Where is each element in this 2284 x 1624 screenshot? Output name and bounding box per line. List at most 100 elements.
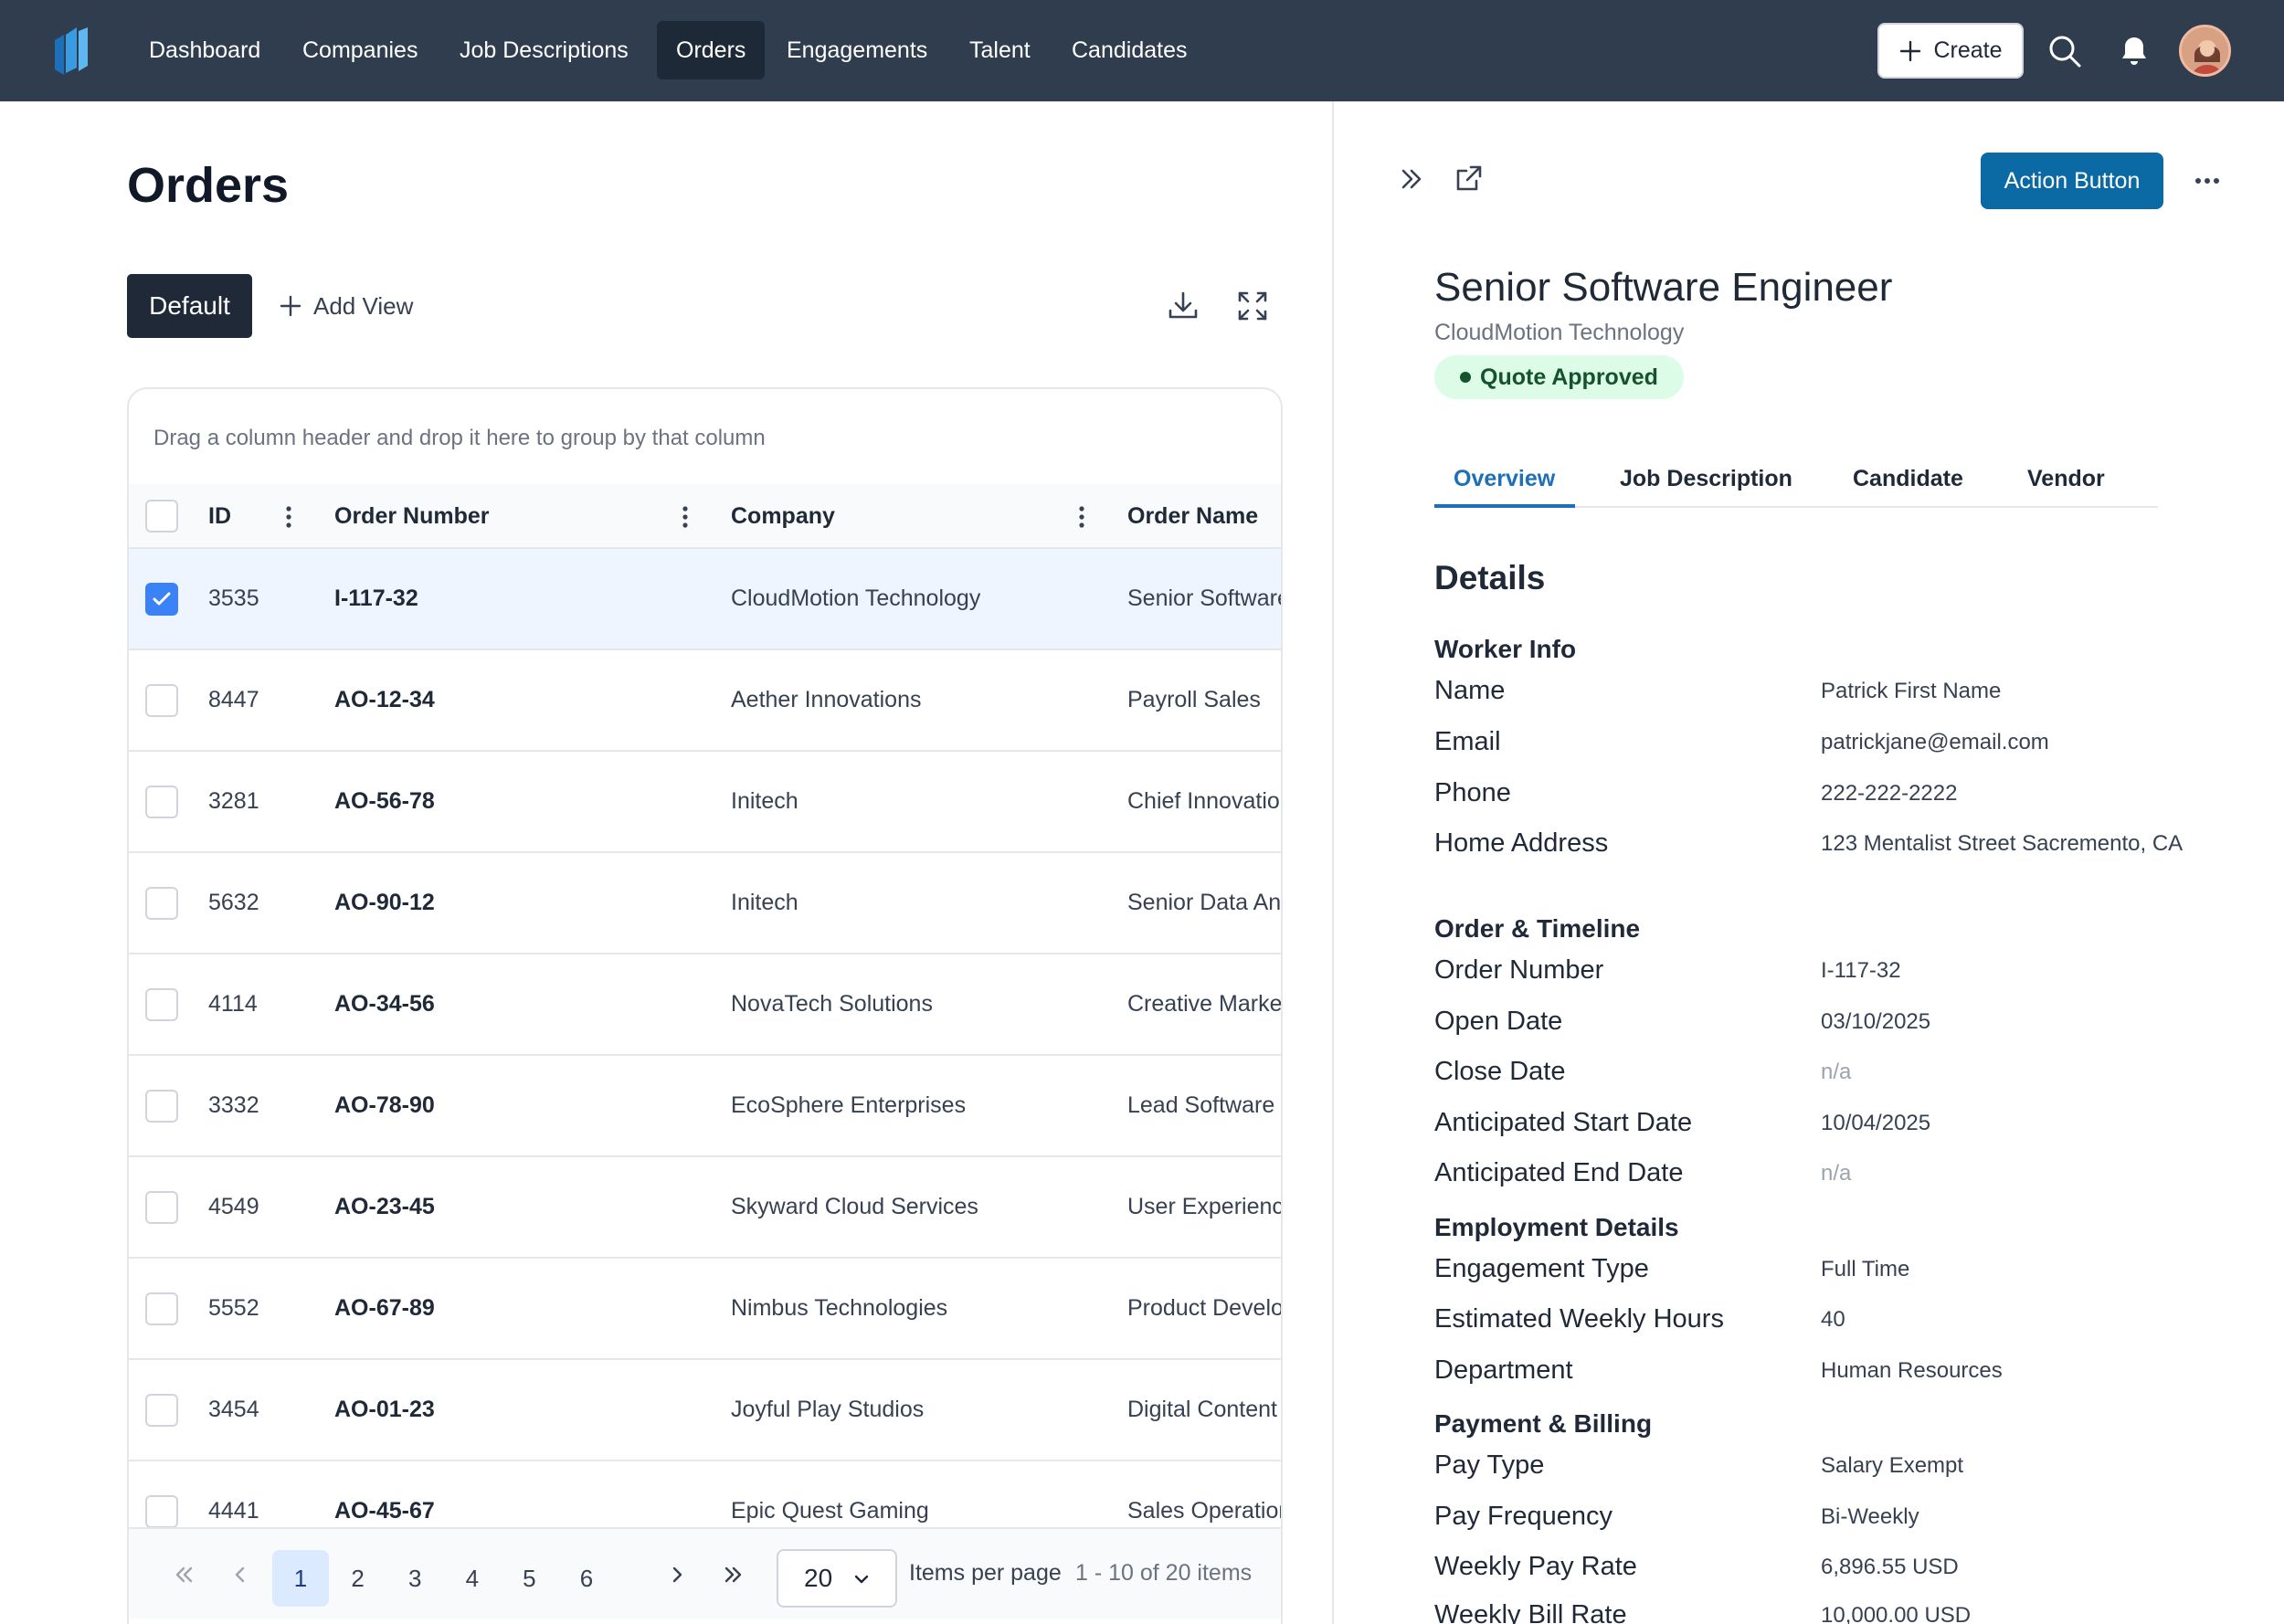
field-label-estimated-weekly-hours: Estimated Weekly Hours (1434, 1304, 1724, 1334)
nav-dashboard[interactable]: Dashboard (130, 21, 280, 79)
field-label-close-date: Close Date (1434, 1057, 1566, 1086)
field-value-name: Patrick First Name (1821, 679, 2002, 703)
nav-talent[interactable]: Talent (950, 21, 1050, 79)
table-row[interactable]: 3281 AO-56-78 Initech Chief Innovation (129, 752, 1281, 853)
nav-companies[interactable]: Companies (283, 21, 437, 79)
row-checkbox[interactable] (145, 887, 178, 920)
column-header-company[interactable]: Company (731, 484, 835, 549)
table-row[interactable]: 5632 AO-90-12 Initech Senior Data Analyst (129, 853, 1281, 954)
tab-candidate[interactable]: Candidate (1853, 466, 1963, 492)
cell-order-number: AO-01-23 (334, 1397, 435, 1422)
fullscreen-icon[interactable] (1235, 289, 1270, 323)
cell-order-number: AO-90-12 (334, 890, 435, 915)
first-page-icon[interactable] (171, 1562, 196, 1587)
add-view-label: Add View (313, 291, 414, 320)
last-page-icon[interactable] (721, 1562, 746, 1587)
prev-page-icon[interactable] (227, 1562, 253, 1587)
collapse-panel-icon[interactable] (1395, 163, 1428, 195)
pagination: 123456 20 Items per page 1 - 10 of 20 it… (129, 1527, 1281, 1619)
cell-id: 3454 (208, 1397, 259, 1422)
cell-order-number: AO-78-90 (334, 1092, 435, 1118)
row-checkbox[interactable] (145, 583, 178, 616)
page-title: Orders (127, 158, 290, 213)
tab-overview[interactable]: Overview (1454, 466, 1555, 492)
page-number-button[interactable]: 4 (444, 1550, 501, 1607)
page-number-button[interactable]: 5 (501, 1550, 557, 1607)
table-row[interactable]: 5552 AO-67-89 Nimbus Technologies Product D… (129, 1259, 1281, 1360)
tab-job-description[interactable]: Job Description (1620, 466, 1792, 492)
row-checkbox[interactable] (145, 988, 178, 1021)
cell-company: Aether Innovations (731, 687, 922, 712)
search-icon[interactable] (2046, 33, 2083, 69)
cell-company: Nimbus Technologies (731, 1295, 948, 1321)
nav-job-descriptions[interactable]: Job Descriptions (440, 21, 648, 79)
column-menu-icon[interactable] (681, 504, 690, 530)
row-checkbox[interactable] (145, 684, 178, 717)
table-row[interactable]: 4549 AO-23-45 Skyward Cloud Services User E… (129, 1157, 1281, 1259)
page-number-button[interactable]: 6 (558, 1550, 615, 1607)
download-icon[interactable] (1166, 289, 1200, 323)
create-button[interactable]: Create (1877, 23, 2024, 79)
page-number-button[interactable]: 2 (330, 1550, 386, 1607)
page-number-button[interactable]: 1 (272, 1550, 329, 1607)
row-checkbox[interactable] (145, 1191, 178, 1224)
column-header-order-number[interactable]: Order Number (334, 484, 489, 549)
add-view-button[interactable]: Add View (279, 285, 413, 327)
status-badge-label: Quote Approved (1480, 364, 1658, 390)
field-value-engagement-type: Full Time (1821, 1257, 1910, 1281)
app-logo[interactable] (53, 26, 90, 75)
nav-engagements[interactable]: Engagements (767, 21, 946, 79)
cell-company: Initech (731, 788, 798, 814)
table-row[interactable]: 4114 AO-34-56 NovaTech Solutions Creative M… (129, 954, 1281, 1056)
active-tab-indicator (1434, 504, 1575, 508)
cell-order-name: Senior Software Engineer (1127, 585, 1283, 611)
table-row[interactable]: 3535 I-117-32 CloudMotion Technology Senior… (129, 549, 1281, 650)
bell-icon[interactable] (2116, 33, 2152, 69)
cell-order-name: Lead Software (1127, 1092, 1275, 1118)
row-checkbox[interactable] (145, 786, 178, 818)
cell-company: CloudMotion Technology (731, 585, 981, 611)
cell-id: 5632 (208, 890, 259, 915)
field-label-weekly-bill-rate: Weekly Bill Rate (1434, 1600, 1627, 1624)
section-heading-worker-info: Worker Info (1434, 635, 1577, 663)
table-row[interactable]: 3454 AO-01-23 Joyful Play Studios Digital C… (129, 1360, 1281, 1461)
view-default-button[interactable]: Default (127, 274, 252, 338)
field-label-anticipated-start-date: Anticipated Start Date (1434, 1108, 1693, 1137)
table-row[interactable]: 8447 AO-12-34 Aether Innovations Payroll Sa… (129, 650, 1281, 752)
page-number-button[interactable]: 3 (386, 1550, 443, 1607)
select-all-checkbox[interactable] (145, 500, 178, 533)
row-checkbox[interactable] (145, 1090, 178, 1123)
row-checkbox[interactable] (145, 1495, 178, 1528)
action-button[interactable]: Action Button (1981, 153, 2163, 209)
cell-order-number: AO-34-56 (334, 991, 435, 1017)
field-label-department: Department (1434, 1355, 1573, 1385)
open-external-icon[interactable] (1452, 163, 1485, 195)
column-menu-icon[interactable] (1077, 504, 1086, 530)
cell-order-name: Chief Innovation (1127, 788, 1283, 814)
group-by-dropzone[interactable]: Drag a column header and drop it here to… (153, 426, 766, 451)
column-menu-icon[interactable] (284, 504, 293, 530)
nav-candidates[interactable]: Candidates (1052, 21, 1206, 79)
tab-vendor[interactable]: Vendor (2027, 466, 2105, 492)
field-label-engagement-type: Engagement Type (1434, 1254, 1649, 1283)
column-header-order-name[interactable]: Order Name (1127, 484, 1258, 549)
row-checkbox[interactable] (145, 1394, 178, 1427)
cell-id: 8447 (208, 687, 259, 712)
next-page-icon[interactable] (664, 1562, 690, 1587)
row-checkbox[interactable] (145, 1292, 178, 1325)
field-label-weekly-pay-rate: Weekly Pay Rate (1434, 1552, 1637, 1581)
items-per-page-select[interactable]: 20 (777, 1549, 897, 1608)
field-label-pay-frequency: Pay Frequency (1434, 1502, 1613, 1531)
column-header-id[interactable]: ID (208, 484, 231, 549)
field-value-weekly-bill-rate: 10,000.00 USD (1821, 1603, 1972, 1624)
table-row[interactable]: 3332 AO-78-90 EcoSphere Enterprises Lead So… (129, 1056, 1281, 1157)
status-dot-icon (1460, 372, 1471, 383)
user-avatar-icon (2182, 27, 2228, 74)
field-value-phone: 222-222-2222 (1821, 781, 1958, 806)
create-button-label: Create (1933, 37, 2003, 63)
nav-orders[interactable]: Orders (657, 21, 766, 79)
avatar[interactable] (2179, 25, 2231, 77)
field-value-department: Human Resources (1821, 1358, 2003, 1383)
panel-divider[interactable] (1332, 101, 1334, 1624)
more-options-icon[interactable] (2193, 170, 2222, 192)
